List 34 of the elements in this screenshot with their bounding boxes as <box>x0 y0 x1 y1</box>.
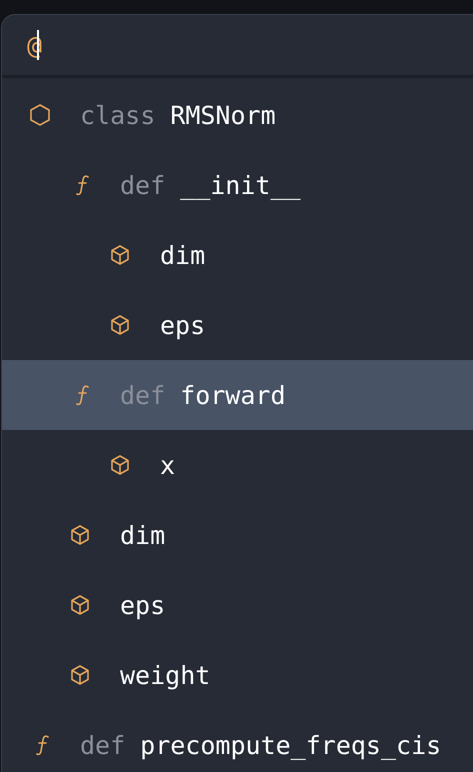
symbol-item[interactable]: dim <box>2 500 473 570</box>
keyword: def <box>80 730 126 760</box>
symbol-item[interactable]: def __init__ <box>2 150 473 220</box>
keyword: def <box>120 170 166 200</box>
symbol-item[interactable]: dim <box>2 220 473 290</box>
keyword: def <box>120 380 166 410</box>
cube-icon <box>108 313 132 337</box>
symbol-name: precompute_freqs_cis <box>140 730 442 760</box>
symbol-item[interactable]: def forward <box>2 360 473 430</box>
cube-icon <box>68 523 92 547</box>
symbol-name: dim <box>160 240 206 270</box>
symbol-name: weight <box>120 660 210 690</box>
symbol-name: dim <box>120 520 166 550</box>
function-icon <box>36 734 50 756</box>
keyword: class <box>80 100 156 130</box>
symbol-item[interactable]: weight <box>2 640 473 710</box>
symbol-name: forward <box>180 380 286 410</box>
symbol-name: __init__ <box>180 170 301 200</box>
symbol-item[interactable]: eps <box>2 570 473 640</box>
cube-icon <box>68 663 92 687</box>
symbol-item[interactable]: class RMSNorm <box>2 80 473 150</box>
cube-icon <box>68 593 92 617</box>
cube-icon <box>108 243 132 267</box>
symbol-name: RMSNorm <box>170 100 276 130</box>
cube-icon <box>108 453 132 477</box>
symbol-name: x <box>160 450 176 480</box>
symbol-item[interactable]: x <box>2 430 473 500</box>
symbol-name: eps <box>160 310 206 340</box>
symbol-item[interactable]: eps <box>2 290 473 360</box>
function-icon <box>76 384 90 406</box>
symbol-item[interactable]: def precompute_freqs_cis <box>2 710 473 772</box>
hexagon-icon <box>28 103 52 127</box>
function-icon <box>76 174 90 196</box>
symbol-name: eps <box>120 590 166 620</box>
